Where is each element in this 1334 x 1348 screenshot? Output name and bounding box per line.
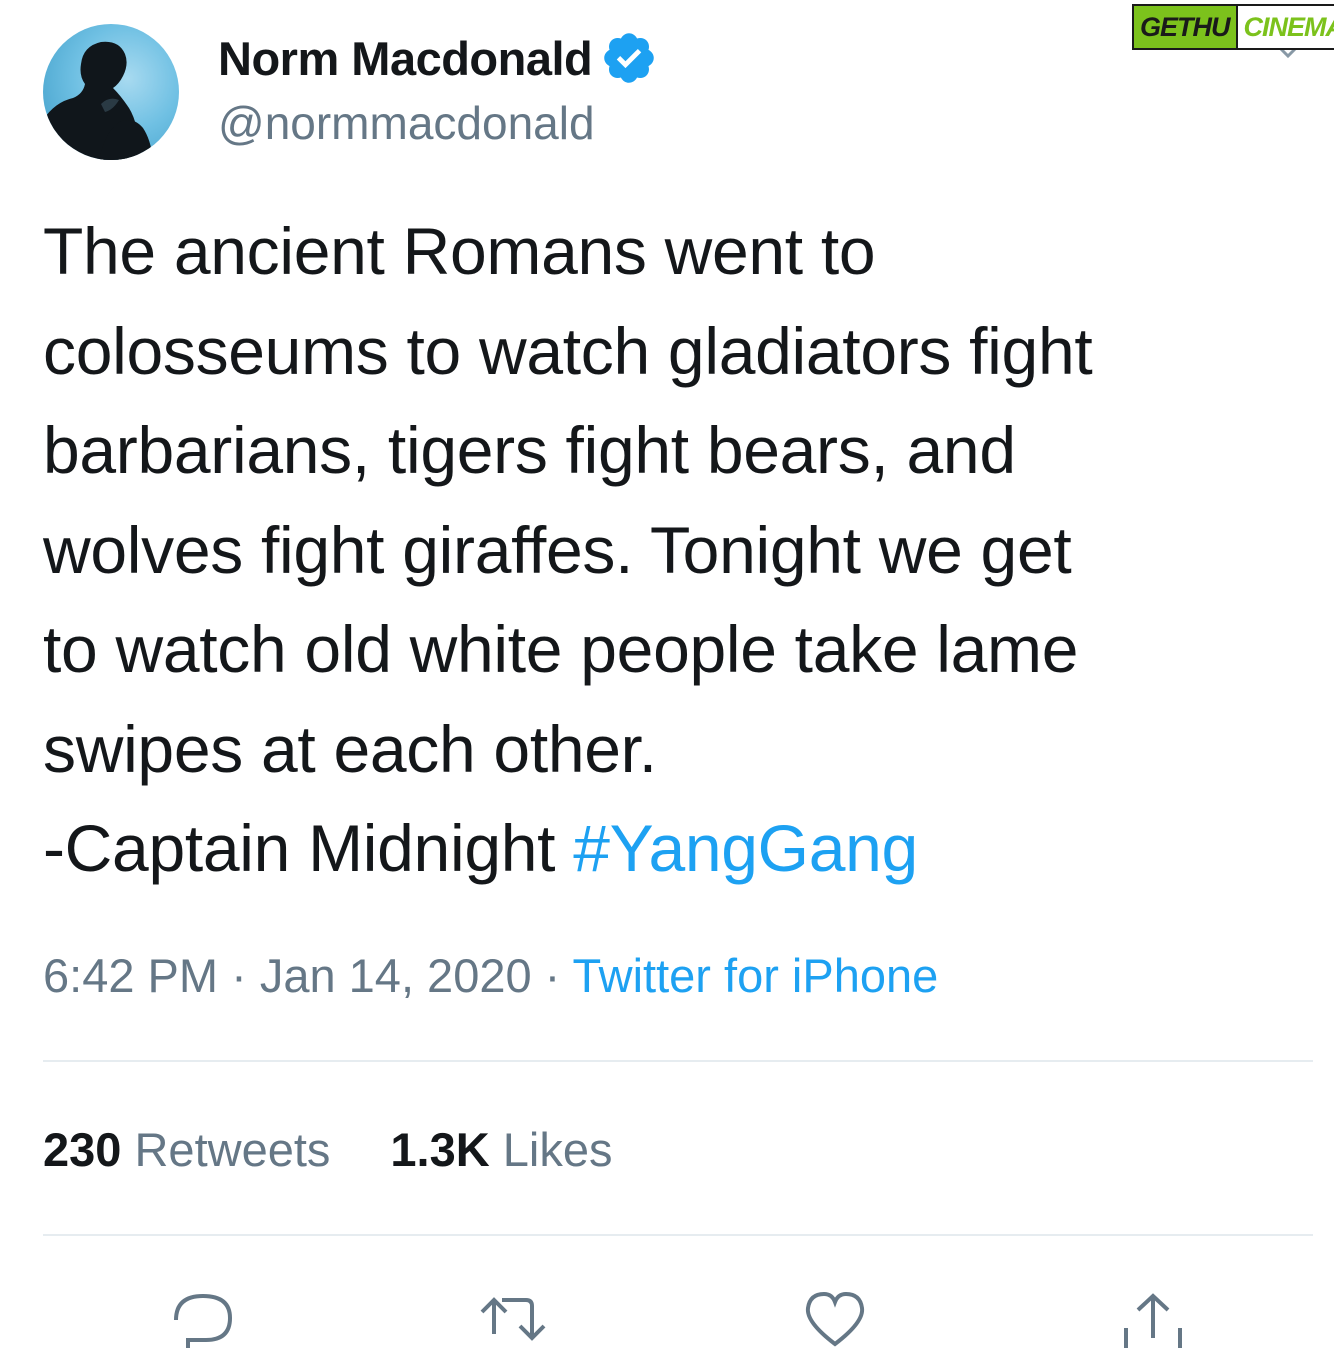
tweet-text-line: barbarians, tigers fight bears, and	[43, 401, 1313, 501]
author-handle[interactable]: @normmacdonald	[218, 96, 595, 150]
tweet-text: The ancient Romans went to colosseums to…	[43, 202, 1313, 899]
likes-count: 1.3K	[390, 1123, 489, 1176]
watermark-logo: GETHU CINEMA	[1132, 4, 1330, 50]
watermark-right: CINEMA	[1238, 4, 1334, 50]
tweet-text-line: colosseums to watch gladiators fight	[43, 302, 1313, 402]
author-display-name[interactable]: Norm Macdonald	[218, 31, 592, 86]
retweets-label: Retweets	[134, 1123, 330, 1176]
retweet-icon[interactable]	[476, 1288, 546, 1348]
tweet-signature: -Captain Midnight	[43, 811, 573, 885]
hashtag-link[interactable]: #YangGang	[573, 811, 918, 885]
tweet-stats: 230 Retweets 1.3K Likes	[43, 1122, 612, 1177]
tweet-meta: 6:42 PM · Jan 14, 2020 · Twitter for iPh…	[43, 948, 938, 1003]
tweet-signature-line: -Captain Midnight #YangGang	[43, 799, 1313, 899]
share-icon[interactable]	[1118, 1288, 1188, 1348]
retweets-stat[interactable]: 230 Retweets	[43, 1123, 330, 1176]
tweet-text-line: The ancient Romans went to	[43, 202, 1313, 302]
divider	[43, 1060, 1313, 1062]
likes-stat[interactable]: 1.3K Likes	[390, 1123, 612, 1176]
tweet-source-link[interactable]: Twitter for iPhone	[573, 949, 939, 1002]
meta-separator: ·	[532, 949, 573, 1002]
avatar[interactable]	[43, 24, 179, 160]
heart-icon[interactable]	[800, 1288, 870, 1348]
watermark-left: GETHU	[1132, 4, 1238, 50]
meta-separator: ·	[218, 949, 260, 1002]
verified-badge-icon	[600, 29, 658, 87]
tweet-text-line: wolves fight giraffes. Tonight we get	[43, 501, 1313, 601]
tweet-text-line: to watch old white people take lame	[43, 600, 1313, 700]
retweets-count: 230	[43, 1123, 121, 1176]
reply-icon[interactable]	[168, 1288, 238, 1348]
author-name-row[interactable]: Norm Macdonald	[218, 28, 658, 88]
tweet-date[interactable]: Jan 14, 2020	[260, 949, 532, 1002]
likes-label: Likes	[503, 1123, 613, 1176]
tweet-text-line: swipes at each other.	[43, 700, 1313, 800]
divider	[43, 1234, 1313, 1236]
avatar-silhouette	[43, 24, 179, 160]
tweet-time[interactable]: 6:42 PM	[43, 949, 218, 1002]
